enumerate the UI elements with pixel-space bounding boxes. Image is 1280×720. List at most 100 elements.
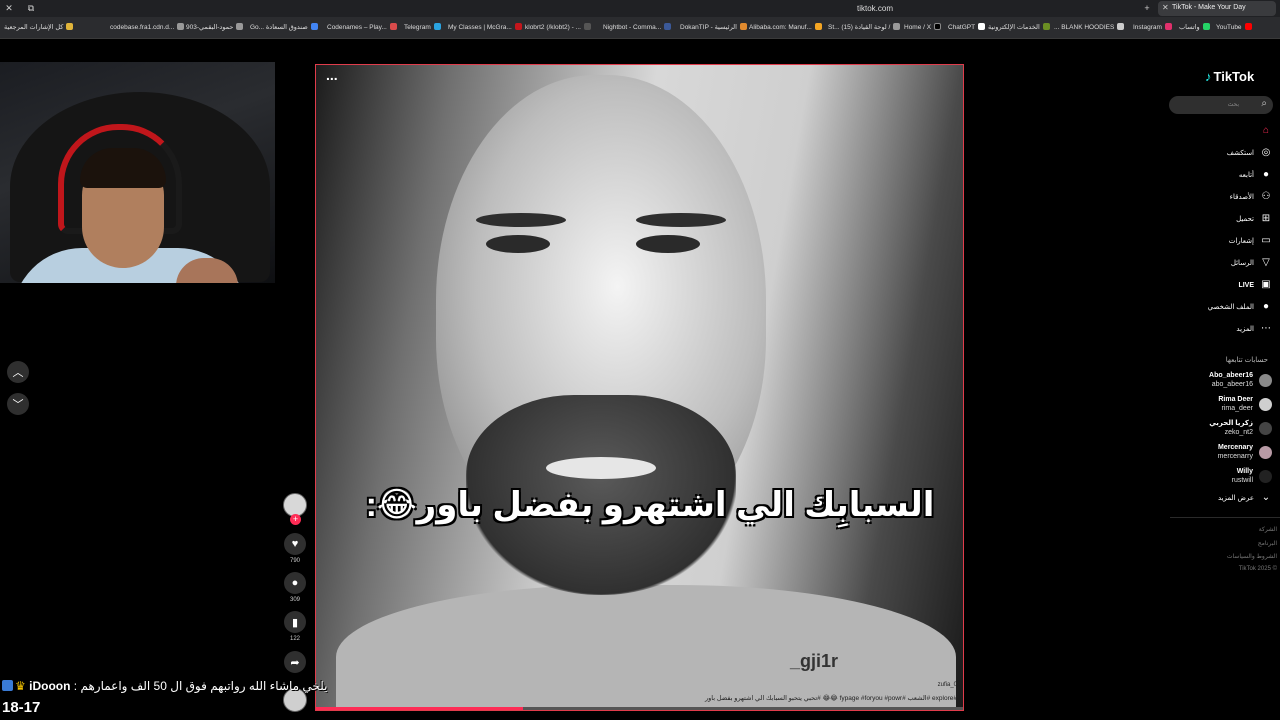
- streamer-hair: [80, 148, 166, 188]
- x-icon: [934, 23, 942, 30]
- share-action[interactable]: ➦: [283, 651, 307, 673]
- search-icon[interactable]: ⌕: [1261, 98, 1267, 109]
- search-input[interactable]: بحث ⌕: [1169, 96, 1273, 114]
- avatar: [1259, 421, 1272, 435]
- bookmark-item[interactable]: Nightbot - Comma...: [603, 23, 672, 31]
- chevron-down-icon: ⌄: [1261, 492, 1271, 503]
- bookmark-item[interactable]: الخدمات الإلكترونية: [988, 23, 1050, 31]
- sidebar-item-messages[interactable]: الرسائل ▽: [1231, 255, 1272, 271]
- whatsapp-icon: [1202, 23, 1210, 30]
- save-count: 122: [289, 636, 300, 642]
- upload-icon: ⊞: [1261, 213, 1271, 224]
- sidebar-item-explore[interactable]: استكشف ◎: [1227, 145, 1272, 161]
- like-action[interactable]: ♥ 790: [283, 533, 307, 564]
- bookmark-item[interactable]: واتساب: [1179, 23, 1210, 31]
- activity-icon: ▭: [1261, 235, 1271, 246]
- youtube-icon: [1244, 23, 1252, 30]
- crown-icon: ♛: [15, 679, 26, 693]
- bookmark-item[interactable]: klobrt2 (/klobt2) - ...: [525, 23, 591, 31]
- address-bar[interactable]: tiktok.com: [857, 4, 893, 13]
- video-eye-right: [636, 235, 700, 253]
- sidebar-item-more[interactable]: المزيد ⋯: [1236, 321, 1272, 337]
- avatar: [1259, 373, 1272, 387]
- following-icon: ●: [1262, 169, 1270, 180]
- bookmark-item[interactable]: Home / X: [904, 23, 942, 31]
- chatgpt-icon: [978, 23, 986, 30]
- tiktok-logo[interactable]: ♪ TikTok: [1205, 69, 1254, 84]
- follow-plus-icon[interactable]: +: [290, 514, 301, 525]
- bookmark-icon[interactable]: ▮: [284, 611, 306, 633]
- bookmark-item[interactable]: Telegram: [404, 23, 441, 31]
- close-icon[interactable]: ✕: [2, 3, 16, 14]
- bookmark-item[interactable]: St... (15) لوحة القيادة /: [828, 23, 901, 31]
- comment-icon[interactable]: ●: [284, 572, 306, 594]
- hoodie-icon: [1117, 23, 1125, 30]
- followed-account[interactable]: Mercenary mercenarry: [1218, 442, 1272, 462]
- instagram-icon: [1164, 23, 1172, 30]
- bookmark-item[interactable]: My Classes | McGra...: [448, 23, 522, 31]
- followed-account[interactable]: Abo_abeer16 abo_abeer16: [1209, 370, 1272, 390]
- drive-icon: [310, 23, 318, 30]
- bookmark-item[interactable]: Instagram: [1133, 23, 1172, 31]
- sidebar-item-upload[interactable]: تحميل ⊞: [1236, 211, 1272, 227]
- video-description: #explore #الشعب #fypage #foryou #powr 😂😂…: [704, 695, 957, 702]
- sidebar-item-home[interactable]: ⌂: [1254, 123, 1272, 139]
- sidebar-item-profile[interactable]: الملف الشخصي ●: [1208, 299, 1272, 315]
- bookmark-item[interactable]: ... BLANK HOODIES: [1054, 23, 1125, 31]
- video-player[interactable]: ... السبابِك الي اشتهرو بفضل باور😂: _gji…: [315, 64, 964, 711]
- sidebar-item-friends[interactable]: الأصدقاء ⚇: [1230, 189, 1272, 205]
- video-progress-fill: [316, 707, 524, 710]
- tab-close-icon[interactable]: ✕: [1162, 3, 1169, 12]
- bookmark-item[interactable]: Codenames – Play...: [327, 23, 397, 31]
- video-progress-bar[interactable]: [316, 707, 963, 710]
- video-username[interactable]: zufia_0: [938, 682, 957, 688]
- chat-badge-icon: [2, 680, 13, 691]
- home-icon: ⌂: [1262, 125, 1270, 136]
- sidebar-divider: [1170, 517, 1280, 518]
- globe-icon: [236, 23, 244, 30]
- comment-action[interactable]: ● 309: [283, 572, 307, 603]
- sidebar-item-activity[interactable]: إشعارات ▭: [1229, 233, 1272, 249]
- next-video-button[interactable]: ﹀: [7, 393, 29, 415]
- bookmark-item[interactable]: ChatGPT: [948, 23, 986, 31]
- video-more-options[interactable]: ...: [326, 67, 338, 83]
- video-eye-left: [486, 235, 550, 253]
- share-icon[interactable]: ➦: [284, 651, 306, 673]
- folder-icon: [66, 23, 74, 30]
- window-icon[interactable]: ⧉: [24, 3, 38, 14]
- video-watermark: _gji1r: [790, 651, 839, 671]
- bookmark-all[interactable]: كل الإشارات المرجعية: [4, 23, 74, 31]
- followed-account[interactable]: Rima Deer rima_deer: [1218, 394, 1272, 414]
- sidebar-item-following[interactable]: أتابعه ●: [1239, 167, 1272, 183]
- followed-account[interactable]: Willy rustwill: [1232, 466, 1272, 486]
- stream-chat-message: ♛ iDooon : يلخي ماشاء الله رواتبهم فوق ا…: [2, 679, 328, 693]
- bookmark-item[interactable]: Alibaba.com: Manuf...: [749, 23, 822, 31]
- tab-tiktok[interactable]: TikTok - Make Your Day: [1158, 1, 1276, 16]
- video-brow-right: [636, 213, 726, 227]
- telegram-icon: [433, 23, 441, 30]
- bookmark-item[interactable]: DokanTIP - الرئيسية: [680, 23, 747, 31]
- heart-icon[interactable]: ♥: [284, 533, 306, 555]
- avatar: [1259, 445, 1272, 459]
- like-count: 790: [289, 558, 300, 564]
- see-more-link[interactable]: عرض المزيد ⌄: [1218, 490, 1272, 506]
- stream-score: 18-17: [2, 699, 41, 716]
- footer-program[interactable]: البرنامج: [1258, 540, 1277, 547]
- sidebar-item-live[interactable]: LIVE ▣: [1238, 277, 1272, 293]
- new-tab-icon[interactable]: +: [1140, 3, 1154, 13]
- bookmark-item[interactable]: YouTube: [1216, 23, 1252, 31]
- messages-icon: ▽: [1262, 257, 1270, 268]
- followed-account[interactable]: زكريا الحربي zeko_nt2: [1209, 418, 1272, 438]
- friends-icon: ⚇: [1261, 191, 1271, 202]
- video-brow-left: [476, 213, 566, 227]
- previous-video-button[interactable]: ︿: [7, 361, 29, 383]
- video-shirt: [336, 585, 956, 710]
- footer-terms[interactable]: الشروط والسياسات: [1227, 553, 1277, 560]
- bookmark-item[interactable]: 903-حمود-البقمي: [186, 23, 244, 31]
- dokantip-icon: [739, 23, 747, 30]
- bookmark-item[interactable]: Go... صندوق السعادة: [250, 23, 318, 31]
- bookmark-item[interactable]: codebase.fra1.cdn.d...: [110, 23, 185, 31]
- browser-top-bar: ✕ ⧉ tiktok.com + TikTok - Make Your Day …: [0, 0, 1280, 17]
- save-action[interactable]: ▮ 122: [283, 611, 307, 642]
- footer-company[interactable]: الشركة: [1259, 526, 1277, 533]
